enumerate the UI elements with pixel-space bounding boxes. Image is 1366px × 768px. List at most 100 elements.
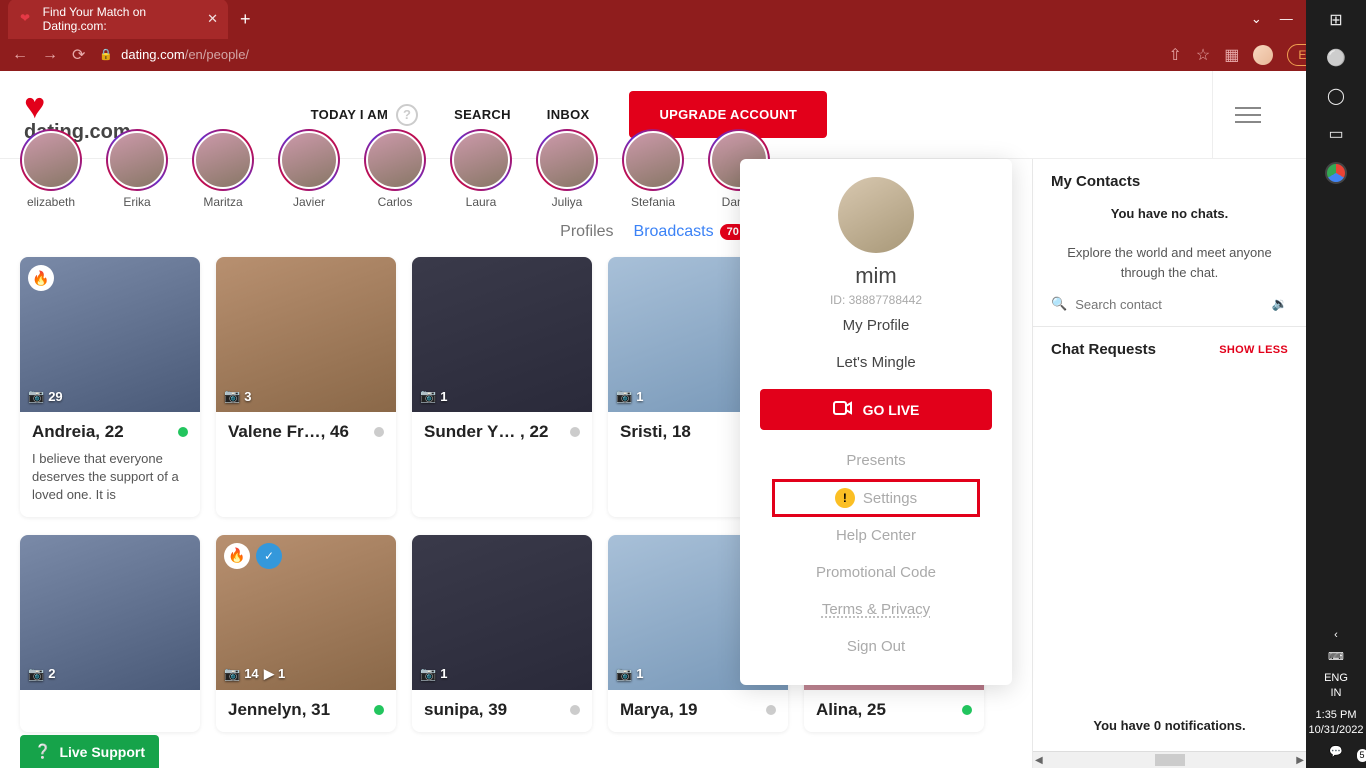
page-content: ♥ dating.com TODAY I AM ? SEARCH INBOX U… xyxy=(0,71,1306,768)
new-tab-button[interactable]: + xyxy=(240,9,251,30)
lets-mingle-link[interactable]: Let's Mingle xyxy=(740,344,1012,381)
story-item[interactable]: Maritza xyxy=(192,129,254,209)
help-icon[interactable]: ? xyxy=(396,104,418,126)
back-icon[interactable]: ← xyxy=(12,46,28,64)
status-dot xyxy=(178,427,188,437)
keyboard-icon[interactable]: ⌨ xyxy=(1308,650,1363,665)
photo-count: 📷 1 xyxy=(616,388,643,404)
my-profile-link[interactable]: My Profile xyxy=(740,307,1012,344)
profile-card[interactable]: 📷 3Valene Fr…, 46 xyxy=(216,257,396,517)
photo-count: 📷 14 xyxy=(224,666,259,682)
reload-icon[interactable]: ⟳ xyxy=(72,45,85,65)
terms-link[interactable]: Terms & Privacy xyxy=(740,591,1012,628)
photo-count: 📷 1 xyxy=(420,666,447,682)
chevron-down-icon[interactable]: ⌄ xyxy=(1251,11,1262,27)
language-indicator[interactable]: ENGIN xyxy=(1308,671,1363,702)
nav-bar: ← → ⟳ 🔒 dating.com/en/people/ ⇧ ☆ ▦ Erro… xyxy=(0,38,1366,71)
notifications-text: You have 0 notifications. xyxy=(1033,700,1306,751)
story-item[interactable]: Javier xyxy=(278,129,340,209)
story-item[interactable]: Erika xyxy=(106,129,168,209)
settings-link[interactable]: ! Settings xyxy=(772,479,980,517)
tab-profiles[interactable]: Profiles xyxy=(560,223,613,241)
user-dropdown: mim ID: 38887788442 My Profile Let's Min… xyxy=(740,159,1012,685)
user-name: mim xyxy=(740,263,1012,289)
volume-icon[interactable]: 🔉 xyxy=(1272,296,1288,312)
help-icon: ❔ xyxy=(34,743,51,760)
contacts-title: My Contacts xyxy=(1051,173,1288,190)
profile-card[interactable]: 🔥✓📷 14▶ 1Jennelyn, 31 xyxy=(216,535,396,732)
live-support-button[interactable]: ❔ Live Support xyxy=(20,735,159,768)
verified-icon: ✓ xyxy=(256,543,282,569)
forward-icon[interactable]: → xyxy=(42,46,58,64)
horizontal-scrollbar[interactable]: ◀▶ xyxy=(1033,751,1306,768)
story-item[interactable]: Juliya xyxy=(536,129,598,209)
browser-tab[interactable]: ❤ Find Your Match on Dating.com: ✕ xyxy=(8,0,228,39)
story-item[interactable]: Stefania xyxy=(622,129,684,209)
heart-icon: ❤ xyxy=(20,11,35,27)
user-id: ID: 38887788442 xyxy=(740,293,1012,307)
share-icon[interactable]: ⇧ xyxy=(1168,45,1181,65)
video-icon xyxy=(833,401,853,418)
star-icon[interactable]: ☆ xyxy=(1196,45,1210,65)
search-link[interactable]: SEARCH xyxy=(454,107,511,122)
notifications-icon[interactable]: 💬5 xyxy=(1308,745,1363,760)
status-dot xyxy=(570,427,580,437)
show-less-button[interactable]: SHOW LESS xyxy=(1219,344,1288,356)
search-icon[interactable]: ⚪ xyxy=(1326,48,1346,68)
tab-broadcasts[interactable]: Broadcasts 70 xyxy=(634,223,746,241)
cortana-icon[interactable]: ◯ xyxy=(1327,86,1345,106)
photo-count: 📷 2 xyxy=(28,666,55,682)
minimize-icon[interactable]: — xyxy=(1280,11,1293,27)
search-contact-input[interactable] xyxy=(1075,297,1264,312)
task-view-icon[interactable]: ▭ xyxy=(1328,124,1343,144)
promo-code-link[interactable]: Promotional Code xyxy=(740,554,1012,591)
help-center-link[interactable]: Help Center xyxy=(740,517,1012,554)
profile-card[interactable]: 📷 1sunipa, 39 xyxy=(412,535,592,732)
status-dot xyxy=(766,705,776,715)
presents-link[interactable]: Presents xyxy=(740,442,1012,479)
close-icon[interactable]: ✕ xyxy=(207,11,218,27)
tab-bar: ❤ Find Your Match on Dating.com: ✕ + ⌄ —… xyxy=(0,0,1366,38)
contacts-section: My Contacts You have no chats. Explore t… xyxy=(1033,159,1306,327)
warning-icon: ! xyxy=(835,488,855,508)
status-dot xyxy=(374,705,384,715)
go-live-button[interactable]: GO LIVE xyxy=(760,389,992,430)
sign-out-link[interactable]: Sign Out xyxy=(740,628,1012,665)
inbox-link[interactable]: INBOX xyxy=(547,107,590,122)
profile-card[interactable]: 📷 2 xyxy=(20,535,200,732)
windows-taskbar: ⊞ ⚪ ◯ ▭ ‹ ⌨ ENGIN 1:35 PM10/31/2022 💬5 xyxy=(1306,0,1366,768)
fire-icon: 🔥 xyxy=(28,265,54,291)
extensions-icon[interactable]: ▦ xyxy=(1224,45,1239,65)
status-dot xyxy=(962,705,972,715)
photo-count: 📷 1 xyxy=(616,666,643,682)
system-tray: ‹ ⌨ ENGIN 1:35 PM10/31/2022 💬5 xyxy=(1308,628,1363,768)
chrome-icon[interactable] xyxy=(1325,162,1347,184)
story-item[interactable]: elizabeth xyxy=(20,129,82,209)
photo-count: 📷 1 xyxy=(420,388,447,404)
search-contact-row: 🔍 🔉 xyxy=(1051,296,1288,312)
story-item[interactable]: Carlos xyxy=(364,129,426,209)
status-dot xyxy=(570,705,580,715)
profile-card[interactable]: 📷 1Sunder Y… , 22 xyxy=(412,257,592,517)
photo-count: 📷 29 xyxy=(28,388,63,404)
right-sidebar: My Contacts You have no chats. Explore t… xyxy=(1032,159,1306,768)
tab-title: Find Your Match on Dating.com: xyxy=(43,5,199,33)
profile-card[interactable]: 🔥📷 29Andreia, 22I believe that everyone … xyxy=(20,257,200,517)
fire-icon: 🔥 xyxy=(224,543,250,569)
windows-icon[interactable]: ⊞ xyxy=(1329,10,1342,30)
photo-count: 📷 3 xyxy=(224,388,251,404)
search-icon: 🔍 xyxy=(1051,296,1067,312)
chevron-left-icon[interactable]: ‹ xyxy=(1308,628,1363,643)
profile-avatar-icon[interactable] xyxy=(1253,45,1273,65)
today-i-am-link[interactable]: TODAY I AM ? xyxy=(311,104,418,126)
video-count: ▶ 1 xyxy=(264,666,285,682)
user-avatar[interactable] xyxy=(838,177,914,253)
story-item[interactable]: Laura xyxy=(450,129,512,209)
clock[interactable]: 1:35 PM10/31/2022 xyxy=(1308,708,1363,739)
chat-requests-section: Chat Requests SHOW LESS xyxy=(1033,327,1306,372)
lock-icon: 🔒 xyxy=(99,48,113,61)
status-dot xyxy=(374,427,384,437)
header-nav: TODAY I AM ? SEARCH INBOX xyxy=(311,104,590,126)
menu-button[interactable] xyxy=(1212,71,1282,159)
address-bar[interactable]: 🔒 dating.com/en/people/ xyxy=(99,47,1154,62)
